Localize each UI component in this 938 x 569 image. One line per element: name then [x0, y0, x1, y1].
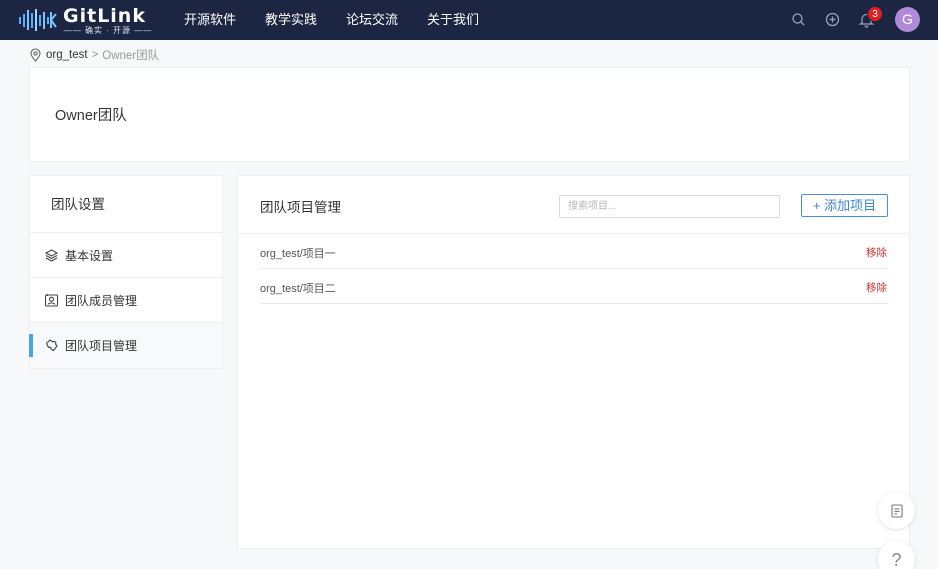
gitlink-logo[interactable]: GitLink —— 确实 · 开源 —— — [18, 6, 151, 35]
sidebar-heading: 团队设置 — [30, 176, 222, 233]
sidebar-item-member-management[interactable]: 团队成员管理 — [30, 278, 222, 323]
sidebar-item-label: 团队项目管理 — [65, 339, 138, 353]
logo-word: GitLink — [63, 5, 146, 27]
project-name[interactable]: org_test/项目二 — [260, 280, 336, 296]
help-question-icon: ? — [891, 549, 902, 569]
logo-wave-icon — [19, 9, 57, 31]
remove-project-button[interactable]: 移除 — [866, 245, 887, 260]
user-avatar[interactable]: G — [895, 7, 920, 32]
clipboard-edit-icon — [890, 503, 903, 518]
project-name[interactable]: org_test/项目一 — [260, 245, 336, 261]
sidebar-item-basic-settings[interactable]: 基本设置 — [30, 233, 222, 278]
location-pin-icon — [30, 48, 41, 62]
add-project-button[interactable]: + 添加项目 — [801, 194, 888, 217]
project-row: org_test/项目二 移除 — [260, 269, 887, 304]
search-icon[interactable] — [790, 11, 807, 28]
sidebar-item-project-management[interactable]: 团队项目管理 — [29, 323, 222, 368]
sidebar-item-label: 团队成员管理 — [65, 293, 138, 308]
nav-open-source[interactable]: 开源软件 — [184, 0, 236, 40]
logo-slogan: —— 确实 · 开源 —— — [63, 26, 153, 35]
breadcrumb: org_test > Owner团队 — [29, 46, 159, 64]
breadcrumb-separator: > — [91, 49, 99, 61]
project-puzzle-icon — [45, 339, 58, 352]
team-title-card: Owner团队 — [29, 67, 910, 162]
team-title: Owner团队 — [55, 108, 127, 124]
breadcrumb-org-link[interactable]: org_test — [46, 49, 88, 61]
member-card-icon — [44, 293, 59, 307]
remove-project-button[interactable]: 移除 — [866, 280, 887, 295]
nav-about[interactable]: 关于我们 — [427, 0, 479, 40]
project-row: org_test/项目一 移除 — [260, 234, 887, 269]
panel-header: 团队项目管理 + 添加项目 — [238, 176, 909, 234]
logo-text: GitLink —— 确实 · 开源 —— — [63, 6, 153, 35]
nav-teaching[interactable]: 教学实践 — [265, 0, 317, 40]
nav-forum[interactable]: 论坛交流 — [346, 0, 398, 40]
feedback-button[interactable] — [878, 492, 915, 529]
layers-icon — [44, 248, 59, 262]
project-management-panel: 团队项目管理 + 添加项目 org_test/项目一 移除 org_test/项… — [237, 175, 910, 549]
team-settings-sidebar: 团队设置 基本设置 团队成员管理 团队项目管理 — [29, 175, 223, 369]
main-nav: 开源软件 教学实践 论坛交流 关于我们 — [184, 0, 508, 40]
add-circle-icon[interactable] — [824, 11, 841, 28]
panel-title: 团队项目管理 — [260, 200, 341, 215]
breadcrumb-current-team: Owner团队 — [102, 50, 160, 62]
search-project-input[interactable] — [559, 195, 780, 218]
top-navbar: GitLink —— 确实 · 开源 —— 开源软件 教学实践 论坛交流 关于我… — [0, 0, 938, 40]
notification-badge: 3 — [867, 6, 883, 22]
sidebar-item-label: 基本设置 — [65, 248, 114, 263]
